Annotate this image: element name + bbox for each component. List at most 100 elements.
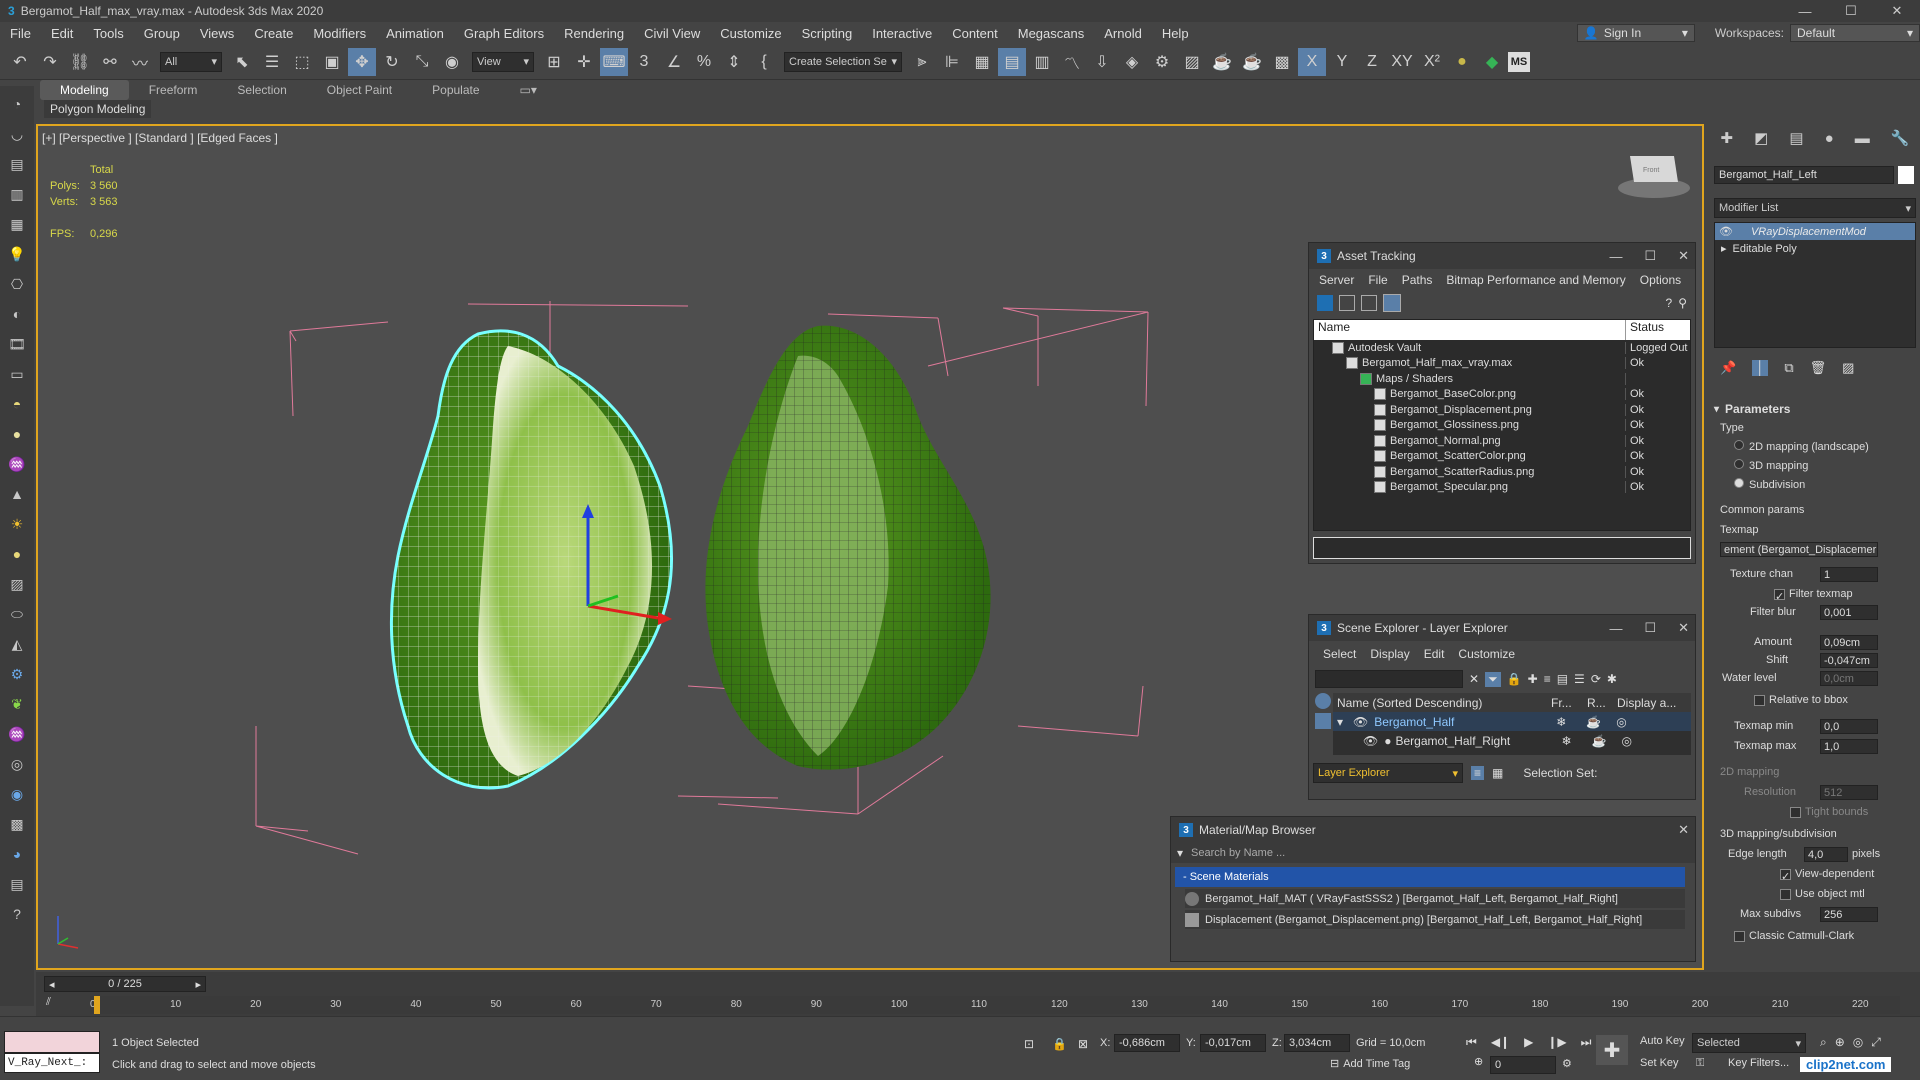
display-tab-icon[interactable]: ▬ (1855, 130, 1870, 147)
absolute-mode-icon[interactable]: ⊠ (1078, 1037, 1088, 1051)
modifier-list-dropdown[interactable]: Modifier List ▾ (1714, 198, 1916, 218)
x-coord-field[interactable]: -0,686cm (1114, 1034, 1180, 1052)
zoom-all-icon[interactable]: ⊕ (1835, 1035, 1845, 1050)
display-icon[interactable]: ◎ (1621, 734, 1631, 748)
create-tab-icon[interactable]: ✚ (1721, 129, 1734, 147)
megascans-icon[interactable]: ◆ (1478, 48, 1506, 76)
tab-modeling[interactable]: Modeling (40, 80, 129, 100)
asset-row[interactable]: Bergamot_ScatterRadius.png Ok (1314, 464, 1690, 480)
ribbon-polygon-modeling[interactable]: Polygon Modeling (44, 100, 152, 118)
menu-file[interactable]: File (1368, 273, 1387, 287)
curve-editor-icon[interactable]: 〽 (1058, 48, 1086, 76)
time-slider[interactable]: ◂ 0 / 225 ▸ (44, 976, 206, 992)
material-item[interactable]: Bergamot_Half_MAT ( VRayFastSSS2 ) [Berg… (1185, 889, 1685, 908)
layers-icon[interactable]: ≡ (1544, 672, 1551, 686)
help-icon[interactable]: ? (4, 902, 30, 926)
redo-icon[interactable]: ↷ (36, 48, 64, 76)
sign-in-dropdown[interactable]: 👤 Sign In ▾ (1576, 24, 1695, 42)
resolution-spinner[interactable]: 512 (1820, 785, 1878, 800)
layer-explorer-icon[interactable]: ▦ (968, 48, 996, 76)
menu-views[interactable]: Views (190, 26, 244, 41)
render-production-icon[interactable]: ☕ (1208, 48, 1236, 76)
maxscript-listener-top[interactable] (4, 1031, 100, 1053)
asset-row[interactable]: Bergamot_BaseColor.png Ok (1314, 387, 1690, 403)
manipulate-icon[interactable]: ✛ (570, 48, 598, 76)
scene-search-input[interactable] (1315, 670, 1463, 688)
maximize-icon[interactable]: ☐ (1644, 248, 1656, 264)
layer-stack-icon[interactable]: ▤ (1557, 672, 1568, 686)
asset-row[interactable]: Bergamot_Specular.png Ok (1314, 480, 1690, 496)
menu-create[interactable]: Create (244, 26, 303, 41)
tab-populate[interactable]: Populate (412, 80, 499, 100)
place-icon[interactable]: ◉ (438, 48, 466, 76)
align-icon[interactable]: ⊫ (938, 48, 966, 76)
menu-civil-view[interactable]: Civil View (634, 26, 710, 41)
scene-materials-group[interactable]: - Scene Materials (1175, 867, 1685, 887)
object-name-field[interactable]: Bergamot_Half_Left (1714, 166, 1894, 184)
key-filters-button[interactable]: Key Filters... (1728, 1057, 1789, 1069)
stack-item-editable-poly[interactable]: ▸ Editable Poly (1715, 240, 1915, 257)
close-icon[interactable]: ✕ (1678, 248, 1689, 264)
refresh-icon[interactable] (1317, 295, 1333, 311)
column-render[interactable]: R... (1587, 696, 1617, 710)
modify-tab-icon[interactable]: ◩ (1754, 129, 1768, 147)
maximize-button[interactable]: ☐ (1828, 0, 1874, 22)
mirror-icon[interactable]: ⫸ (908, 48, 936, 76)
texture-icon[interactable]: ▩ (4, 812, 30, 836)
material-icon[interactable]: ◕ (4, 842, 30, 866)
close-icon[interactable]: ✕ (1678, 620, 1689, 636)
column-display[interactable]: Display a... (1617, 696, 1676, 710)
tab-object-paint[interactable]: Object Paint (307, 80, 412, 100)
menu-bitmap-performance[interactable]: Bitmap Performance and Memory (1446, 273, 1625, 287)
filter-texmap-checkbox[interactable]: ✓ Filter texmap (1774, 588, 1853, 603)
play-icon[interactable]: ▶ (1524, 1035, 1533, 1050)
render-icon[interactable]: ☕ (1591, 734, 1621, 748)
create-icon[interactable]: ◔ (4, 92, 30, 116)
edit-named-sets-icon[interactable]: { (750, 48, 778, 76)
column-status[interactable]: Status (1626, 320, 1664, 340)
close-icon[interactable]: ✕ (1678, 822, 1689, 838)
helper-icon[interactable]: ◐ (4, 302, 30, 326)
orbit-icon[interactable]: ◎ (1853, 1035, 1863, 1050)
menu-content[interactable]: Content (942, 26, 1008, 41)
menu-graph-editors[interactable]: Graph Editors (454, 26, 554, 41)
bergamot-half-left[interactable] (389, 329, 673, 790)
minimize-button[interactable]: — (1782, 0, 1828, 22)
remove-modifier-icon[interactable]: 🗑 (1810, 360, 1827, 376)
menu-paths[interactable]: Paths (1402, 273, 1433, 287)
tight-bounds-checkbox[interactable]: Tight bounds (1790, 806, 1868, 818)
ribbon-toggle-icon[interactable]: ▥ (1028, 48, 1056, 76)
fur-icon[interactable]: ♒ (4, 452, 30, 476)
spinner-snap-icon[interactable]: ⇕ (720, 48, 748, 76)
snaps-toggle-icon[interactable]: 3 (630, 48, 658, 76)
maxscript-icon[interactable]: MS (1508, 51, 1530, 72)
select-by-name-icon[interactable]: ☰ (258, 48, 286, 76)
layers-toggle-icon[interactable]: ≡ (1471, 766, 1485, 780)
hierarchy-icon[interactable]: ▤ (4, 152, 30, 176)
freeze-icon[interactable]: ❄ (1556, 715, 1586, 729)
bind-spacewarp-icon[interactable]: 〰 (126, 48, 154, 76)
close-button[interactable]: ✕ (1874, 0, 1920, 22)
menu-edit[interactable]: Edit (1424, 647, 1445, 661)
menu-server[interactable]: Server (1319, 273, 1354, 287)
sun-icon[interactable]: ☀ (4, 512, 30, 536)
previous-frame-icon[interactable]: ◀❙ (1491, 1035, 1510, 1050)
texture-chan-spinner[interactable]: 1 (1820, 567, 1878, 582)
menu-interactive[interactable]: Interactive (862, 26, 942, 41)
column-name[interactable]: Name (Sorted Descending) (1333, 696, 1551, 710)
z-coord-field[interactable]: 3,034cm (1284, 1034, 1350, 1052)
object-color-swatch[interactable] (1898, 166, 1914, 184)
tab-freeform[interactable]: Freeform (129, 80, 218, 100)
dome-icon[interactable]: ◓ (4, 392, 30, 416)
column-name[interactable]: Name (1314, 320, 1626, 340)
asset-row[interactable]: Autodesk Vault Logged Out (1314, 340, 1690, 356)
radio-3d-mapping[interactable]: 3D mapping (1734, 459, 1808, 472)
menu-edit[interactable]: Edit (41, 26, 83, 41)
maximize-icon[interactable]: ☐ (1644, 620, 1656, 636)
percent-snap-icon[interactable]: % (690, 48, 718, 76)
table-icon[interactable]: ▦ (1492, 766, 1503, 780)
selection-lock-icon[interactable]: 🔒 (1052, 1037, 1067, 1051)
eye-icon[interactable]: 👁 (1353, 715, 1368, 729)
water-level-spinner[interactable]: 0,0cm (1820, 671, 1878, 686)
motion-tab-icon[interactable]: ● (1825, 130, 1834, 147)
